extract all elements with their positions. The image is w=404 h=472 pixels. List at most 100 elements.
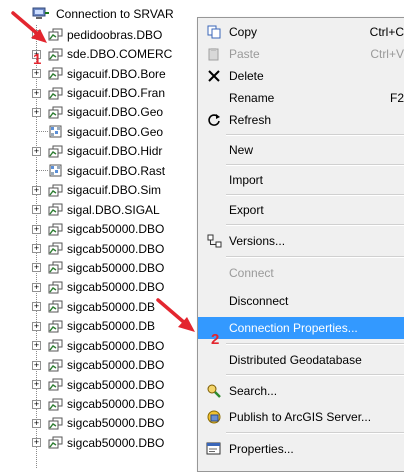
expand-icon[interactable]: +	[32, 321, 41, 331]
menu-item-rename[interactable]: Rename F2	[198, 87, 404, 109]
expand-icon[interactable]: +	[32, 185, 41, 195]
publish-server-icon	[206, 409, 222, 425]
menu-label: Import	[229, 173, 264, 187]
expand-icon[interactable]: +	[32, 341, 41, 351]
menu-item-new[interactable]: New	[198, 139, 404, 161]
tree-item-label: sigcab50000.DBO	[67, 416, 165, 431]
menu-item-search[interactable]: Search...	[198, 380, 404, 402]
feature-class-icon	[48, 320, 63, 333]
menu-separator	[226, 343, 404, 345]
menu-item-connection-properties[interactable]: Connection Properties...	[198, 317, 404, 339]
menu-separator	[226, 134, 404, 136]
expand-icon[interactable]: +	[32, 146, 41, 156]
expand-icon[interactable]: +	[32, 438, 41, 448]
expand-icon[interactable]: +	[32, 302, 41, 312]
feature-class-icon	[48, 67, 63, 80]
menu-item-import[interactable]: Import	[198, 169, 404, 191]
tree-item-label: sigcab50000.DBO	[67, 338, 165, 353]
feature-class-icon	[48, 300, 63, 313]
paste-icon	[206, 46, 222, 62]
menu-item-copy[interactable]: Copy Ctrl+C	[198, 21, 404, 43]
expand-icon[interactable]: +	[32, 69, 41, 79]
search-icon	[206, 383, 222, 399]
annotation-step-2: 2	[211, 331, 220, 348]
menu-separator	[226, 256, 404, 258]
expand-icon[interactable]: +	[32, 244, 41, 254]
menu-label: Versions...	[229, 234, 286, 248]
context-menu: Copy Ctrl+C Paste Ctrl+V Delete Rename F…	[197, 17, 404, 472]
copy-icon	[206, 24, 222, 40]
menu-item-versions[interactable]: Versions...	[198, 230, 404, 252]
annotation-step-1: 1	[33, 51, 42, 68]
menu-item-disconnect[interactable]: Disconnect	[198, 290, 404, 312]
menu-item-connect[interactable]: Connect	[198, 262, 404, 284]
expand-icon[interactable]: +	[32, 205, 41, 215]
menu-label: Refresh	[229, 113, 272, 127]
expand-icon[interactable]: +	[32, 360, 41, 370]
menu-label: Paste	[229, 47, 260, 61]
menu-item-properties[interactable]: Properties...	[198, 438, 404, 460]
tree-connection-node[interactable]: Connection to SRVAR	[32, 6, 174, 22]
expand-icon[interactable]: +	[32, 282, 41, 292]
feature-class-icon	[48, 145, 63, 158]
menu-label: Disconnect	[229, 294, 289, 308]
expand-icon[interactable]: +	[32, 30, 41, 40]
tree-item-label: sigcab50000.DB	[67, 299, 156, 314]
menu-item-distributed-geodatabase[interactable]: Distributed Geodatabase	[198, 349, 404, 371]
menu-separator	[226, 374, 404, 376]
feature-class-icon	[48, 106, 63, 119]
expand-icon[interactable]: +	[32, 88, 41, 98]
expand-icon[interactable]: +	[32, 224, 41, 234]
feature-class-icon	[48, 359, 63, 372]
expand-icon[interactable]: +	[32, 418, 41, 428]
feature-class-icon	[48, 378, 63, 391]
tree-item-label: sigcab50000.DBO	[67, 435, 165, 450]
menu-item-publish[interactable]: Publish to ArcGIS Server...	[198, 406, 404, 428]
tree-item-label: sigcab50000.DBO	[67, 222, 165, 237]
tree-item-label: sigcab50000.DB	[67, 319, 156, 334]
menu-item-refresh[interactable]: Refresh	[198, 109, 404, 131]
expand-icon[interactable]: +	[32, 107, 41, 117]
tree-item-label: sigacuif.DBO.Geo	[67, 105, 164, 120]
menu-label: Publish to ArcGIS Server...	[229, 410, 372, 424]
tree-item-label: sigacuif.DBO.Bore	[67, 66, 166, 81]
menu-label: Properties...	[229, 442, 294, 456]
feature-class-icon	[48, 223, 63, 236]
menu-separator	[226, 194, 404, 196]
menu-shortcut: Ctrl+C	[369, 25, 404, 39]
expand-icon[interactable]: +	[32, 399, 41, 409]
menu-label: Connect	[229, 266, 274, 280]
menu-item-delete[interactable]: Delete	[198, 65, 404, 87]
feature-class-icon	[48, 87, 63, 100]
tree-item-label: sigcab50000.DBO	[67, 241, 165, 256]
raster-icon	[49, 125, 62, 138]
tree-item-label: sigcab50000.DBO	[67, 280, 165, 295]
feature-class-icon	[48, 281, 63, 294]
menu-separator	[226, 164, 404, 166]
menu-label: New	[229, 143, 254, 157]
feature-class-icon	[48, 417, 63, 430]
expand-icon[interactable]: +	[32, 263, 41, 273]
expand-icon[interactable]: +	[32, 380, 41, 390]
menu-label: Copy	[229, 25, 258, 39]
feature-class-icon	[48, 203, 63, 216]
tree-item-label: sigacuif.DBO.Hidr	[67, 144, 163, 159]
tree-item-label: sigcab50000.DBO	[67, 358, 165, 373]
tree-item-label: sigacuif.DBO.Sim	[67, 183, 162, 198]
feature-class-icon	[48, 242, 63, 255]
menu-item-export[interactable]: Export	[198, 199, 404, 221]
tree-item-label: sigcab50000.DBO	[67, 377, 165, 392]
tree-item-label: sigcab50000.DBO	[67, 260, 165, 275]
menu-shortcut: Ctrl+V	[370, 47, 404, 61]
feature-class-icon	[48, 398, 63, 411]
tree-item-label: sigcab50000.DBO	[67, 397, 165, 412]
feature-class-icon	[48, 436, 63, 449]
menu-label: Search...	[229, 384, 278, 398]
connection-label: Connection to SRVAR	[56, 7, 174, 21]
tree-item-label: sigacuif.DBO.Fran	[67, 86, 166, 101]
tree-item-label: sde.DBO.COMERC	[67, 47, 173, 62]
menu-label: Rename	[229, 91, 275, 105]
feature-class-icon	[48, 184, 63, 197]
menu-item-paste[interactable]: Paste Ctrl+V	[198, 43, 404, 65]
database-connection-icon	[32, 7, 49, 19]
